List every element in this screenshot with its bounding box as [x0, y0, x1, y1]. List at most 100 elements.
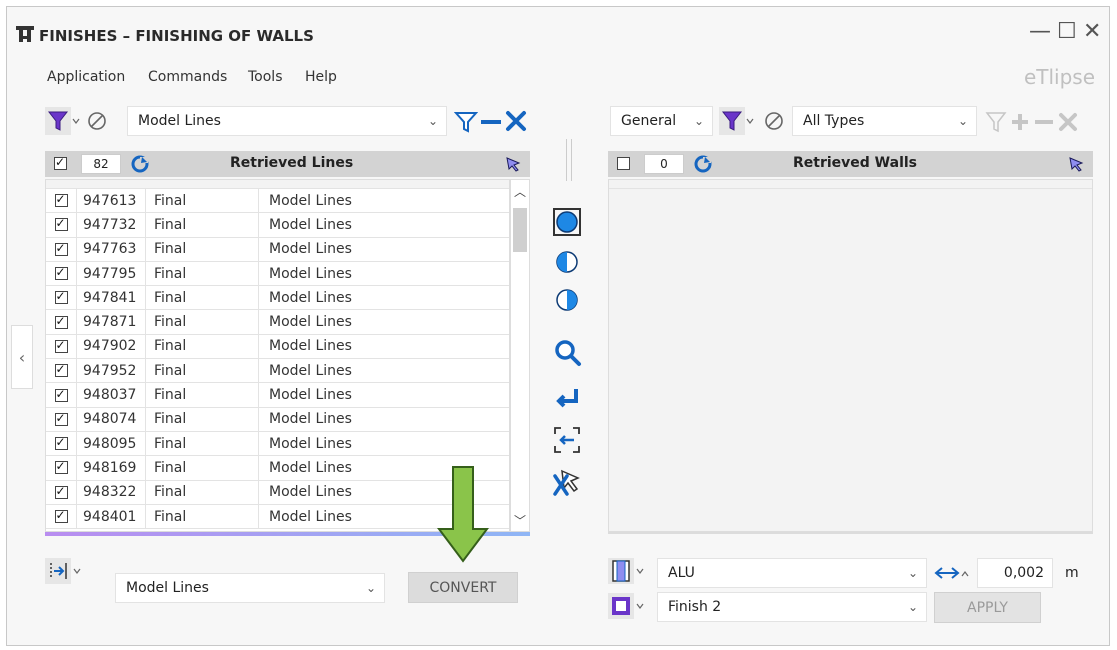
menu-tools[interactable]: Tools — [248, 69, 283, 85]
material-type-icon[interactable] — [608, 558, 648, 584]
finish-style-icon[interactable] — [608, 593, 648, 619]
select-cursor-icon[interactable] — [505, 156, 521, 172]
row-cell-check[interactable] — [46, 383, 77, 407]
table-row[interactable]: 947763Final Model Lines — [46, 237, 509, 262]
group-select[interactable]: General ⌄ — [610, 106, 713, 136]
type-filter-dropdown-icon[interactable] — [719, 107, 755, 135]
clear-filter-icon[interactable] — [504, 109, 528, 133]
deselect-cursor-icon[interactable] — [552, 467, 582, 497]
table-row[interactable]: 948037Final Model Lines — [46, 383, 509, 408]
menu-application[interactable]: Application — [47, 69, 125, 85]
material-select[interactable]: ALU ⌄ — [657, 558, 927, 588]
minimize-button[interactable]: — — [1029, 19, 1051, 44]
type-filter-select[interactable]: All Types ⌄ — [792, 106, 977, 136]
table-row[interactable]: 947952Final Model Lines — [46, 359, 509, 384]
circle-half-left-icon[interactable] — [552, 247, 582, 277]
row-cell-check[interactable] — [46, 213, 77, 237]
panel-splitter[interactable] — [566, 139, 572, 181]
row-cell-check[interactable] — [46, 237, 77, 261]
refresh-icon[interactable] — [131, 155, 149, 173]
remove-icon[interactable] — [1033, 111, 1055, 133]
offset-width-icon[interactable] — [932, 563, 972, 583]
filter-dropdown-icon[interactable] — [45, 107, 81, 135]
add-type-filter-icon[interactable] — [985, 111, 1007, 133]
row-checkbox[interactable] — [54, 411, 68, 426]
row-checkbox[interactable] — [54, 387, 68, 402]
refresh-icon[interactable] — [694, 155, 712, 173]
menu-help[interactable]: Help — [305, 69, 337, 85]
circle-half-right-icon[interactable] — [552, 285, 582, 315]
row-checkbox[interactable] — [54, 508, 68, 523]
row-phase: Final — [146, 189, 259, 213]
row-cell-check[interactable] — [46, 286, 77, 310]
table-row[interactable]: 947732Final Model Lines — [46, 213, 509, 238]
apply-button[interactable]: APPLY — [934, 592, 1041, 623]
category-filter-select[interactable]: Model Lines ⌄ — [127, 106, 447, 136]
row-cell-check[interactable] — [46, 261, 77, 286]
row-cell-check[interactable] — [46, 407, 77, 431]
select-all-lines-checkbox[interactable] — [54, 155, 67, 170]
table-row[interactable]: 948074Final Model Lines — [46, 407, 509, 432]
remove-filter-icon[interactable] — [479, 111, 503, 133]
finish-select[interactable]: Finish 2 ⌄ — [657, 592, 927, 622]
row-cell-check[interactable] — [46, 480, 77, 504]
table-row[interactable]: 947613Final Model Lines — [46, 189, 509, 214]
row-checkbox[interactable] — [54, 362, 68, 378]
clear-icon[interactable] — [1057, 111, 1079, 133]
row-checkbox[interactable] — [54, 216, 68, 232]
row-checkbox[interactable] — [54, 192, 68, 208]
return-icon[interactable] — [552, 385, 582, 415]
row-checkbox[interactable] — [54, 289, 68, 305]
scroll-down-icon[interactable]: ﹀ — [514, 512, 526, 529]
scroll-thumb[interactable] — [513, 208, 527, 252]
row-checkbox[interactable] — [54, 241, 68, 256]
scroll-up-icon[interactable]: ︿ — [514, 183, 526, 200]
table-row[interactable]: 948095Final Model Lines — [46, 431, 509, 457]
row-checkbox[interactable] — [54, 265, 68, 281]
convert-button[interactable]: CONVERT — [408, 572, 518, 603]
row-id: 948401 — [77, 504, 146, 529]
zoom-to-selection-icon[interactable] — [552, 425, 582, 455]
circle-full-icon[interactable] — [552, 207, 582, 237]
row-cell-check[interactable] — [46, 310, 77, 334]
lines-scrollbar[interactable]: ︿ ﹀ — [510, 179, 530, 532]
no-selection-icon[interactable] — [87, 111, 107, 131]
maximize-button[interactable]: ☐ — [1057, 19, 1077, 44]
table-row[interactable]: 947902Final Model Lines — [46, 334, 509, 360]
add-icon[interactable] — [1009, 111, 1031, 133]
add-filter-icon[interactable] — [454, 111, 478, 133]
window-title: FINISHES – FINISHING OF WALLS — [39, 27, 314, 45]
menu-commands[interactable]: Commands — [148, 69, 227, 85]
row-id: 948037 — [77, 383, 146, 407]
collapse-panel-button[interactable]: ‹ — [11, 325, 33, 389]
row-phase: Final — [146, 407, 259, 431]
row-checkbox[interactable] — [54, 435, 68, 451]
row-cell-check[interactable] — [46, 189, 77, 213]
select-cursor-icon[interactable] — [1068, 156, 1084, 172]
row-id: 947613 — [77, 189, 146, 213]
row-checkbox[interactable] — [54, 459, 68, 475]
row-id: 947795 — [77, 261, 146, 286]
row-checkbox[interactable] — [54, 338, 68, 353]
row-cell-check[interactable] — [46, 431, 77, 456]
chevron-down-icon: ⌄ — [907, 600, 919, 614]
table-row[interactable]: 947841Final Model Lines — [46, 286, 509, 311]
row-cell-check[interactable] — [46, 504, 77, 529]
offset-input[interactable]: 0,002 — [977, 558, 1053, 588]
row-id: 948322 — [77, 480, 146, 504]
search-icon[interactable] — [552, 337, 582, 367]
convert-category-select[interactable]: Model Lines ⌄ — [115, 573, 385, 603]
row-cell-check[interactable] — [46, 359, 77, 383]
table-row[interactable]: 947871Final Model Lines — [46, 310, 509, 335]
no-selection-icon[interactable] — [764, 111, 784, 131]
row-cell-check[interactable] — [46, 456, 77, 480]
row-cell-check[interactable] — [46, 334, 77, 359]
row-checkbox[interactable] — [54, 484, 68, 499]
row-checkbox[interactable] — [54, 314, 68, 329]
line-convert-mode-icon[interactable] — [45, 558, 85, 584]
row-type: Model Lines — [269, 435, 352, 452]
close-button[interactable]: ✕ — [1083, 19, 1101, 44]
select-all-walls-checkbox[interactable] — [617, 157, 630, 170]
row-phase: Final — [146, 456, 259, 480]
table-row[interactable]: 947795Final Model Lines — [46, 261, 509, 287]
